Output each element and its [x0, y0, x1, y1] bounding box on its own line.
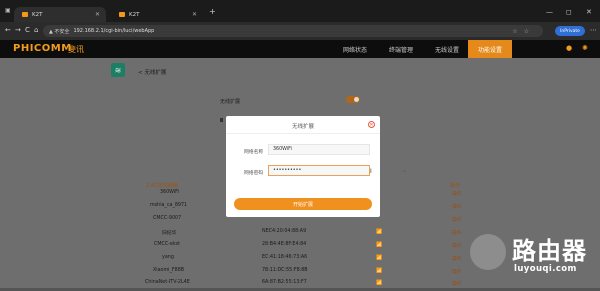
browser-tab-1[interactable]: K2T ✕ [14, 7, 106, 22]
menu-label: 终端管理 [388, 46, 413, 54]
tab-title: K2T [32, 11, 43, 18]
menu-function-settings[interactable]: 功能设置 [468, 40, 512, 58]
settings-icon[interactable]: ✺ [582, 44, 588, 52]
close-tab-icon[interactable]: ✕ [95, 11, 100, 18]
action-link[interactable]: 操作 [452, 280, 462, 287]
menu-label: 功能设置 [477, 46, 502, 54]
favorite-icon[interactable]: ☆☆ [512, 28, 535, 35]
brand-logo-cn: 斐讯 [68, 45, 84, 54]
ssid-value: 360WiFi [273, 147, 292, 152]
forward-icon[interactable]: → [15, 26, 21, 34]
signal-icon: 📶 [376, 280, 383, 286]
watermark: 路由器 luyouqi.com [462, 228, 600, 291]
action-link[interactable]: 操作 [452, 242, 462, 249]
back-icon[interactable]: ← [5, 26, 11, 34]
network-name: CMCC-9007 [153, 216, 182, 221]
network-mac: NEC4:20:04:88:A9 [262, 229, 307, 234]
window-menu-icon[interactable]: ▣ [5, 7, 11, 14]
action-link[interactable]: 操作 [452, 203, 462, 210]
browser-tab-bar: ▣ K2T ✕ K2T ✕ + — ◻ ✕ [0, 0, 600, 22]
address-bar[interactable]: ▲ 不安全 192.168.2.1/cgi-bin/luci/webApp ☆☆ [43, 25, 543, 37]
watermark-title: 路由器 [512, 237, 587, 265]
brand-logo: PHICOMM [13, 43, 72, 54]
network-name: 360WiFi [160, 190, 179, 195]
extend-toggle[interactable] [346, 96, 360, 103]
network-mac: EC:41:18:46:73:A6 [262, 255, 308, 260]
menu-label: 网络状态 [342, 46, 367, 54]
close-window-button[interactable]: ✕ [586, 8, 592, 16]
network-mac: 78:11:DC:55:F8:8B [262, 268, 308, 273]
dialog-divider [226, 133, 380, 134]
signal-icon: 📶 [376, 255, 383, 261]
security-warning[interactable]: ▲ 不安全 [49, 28, 69, 35]
profile-label: InPrivate [560, 28, 580, 34]
start-extend-label: 开始扩展 [292, 201, 313, 208]
action-link[interactable]: 操作 [452, 190, 462, 197]
start-extend-button[interactable]: 开始扩展 [234, 198, 372, 210]
profile-button[interactable]: InPrivate [555, 26, 585, 36]
menu-device-management[interactable]: 终端管理 [378, 40, 424, 58]
close-glyph: ✕ [369, 121, 374, 128]
back-link[interactable]: < 无线扩展 [138, 68, 166, 76]
router-header: PHICOMM 斐讯 网络状态 终端管理 无线设置 功能设置 ● ✺ [0, 40, 600, 58]
home-icon[interactable]: ⌂ [34, 26, 38, 34]
extend-dialog: 无线扩展 ✕ 网络名称 360WiFi 网络密码 •••••••••• I ⌄ … [226, 116, 407, 217]
close-icon[interactable]: ✕ [368, 121, 375, 128]
password-value: •••••••••• [273, 168, 302, 173]
close-tab-icon[interactable]: ✕ [192, 11, 197, 18]
password-field[interactable]: •••••••••• I ⌄ [268, 165, 407, 176]
new-tab-button[interactable]: + [209, 7, 216, 16]
network-name: Xiaomi_F88B [153, 268, 185, 273]
browser-tab-2[interactable]: K2T ✕ [111, 7, 203, 22]
network-name: CMCC-ekst [154, 242, 181, 247]
action-link[interactable]: 操作 [452, 229, 462, 236]
action-link[interactable]: 操作 [452, 216, 462, 223]
network-name: 旧纪华 [162, 231, 177, 236]
signal-icon: 📶 [376, 229, 383, 235]
menu-label: 无线设置 [434, 46, 459, 54]
menu-network-status[interactable]: 网络状态 [332, 40, 378, 58]
network-name: mshia_ca_8971 [150, 203, 188, 208]
network-mac: 28:B4:4E:8F:E4:84 [262, 242, 307, 247]
show-password-icon[interactable]: ⌄ [402, 167, 407, 174]
action-link[interactable]: 操作 [452, 255, 462, 262]
ssid-field[interactable]: 360WiFi [268, 144, 370, 155]
password-label: 网络密码 [244, 171, 264, 176]
menu-wireless-settings[interactable]: 无线设置 [424, 40, 470, 58]
minimize-button[interactable]: — [546, 8, 553, 16]
signal-icon: 📶 [376, 268, 383, 274]
url-text: 192.168.2.1/cgi-bin/luci/webApp [73, 28, 155, 34]
dialog-title: 无线扩展 [291, 124, 314, 130]
network-name: ChinaNet-ITV-2L4E [145, 280, 190, 285]
network-name: yang [162, 255, 174, 260]
ssid-label: 网络名称 [244, 150, 264, 155]
watermark-url: luyouqi.com [514, 264, 577, 274]
wifi-icon: ≋ [111, 63, 125, 77]
signal-icon: 📶 [376, 242, 383, 248]
browser-toolbar: ← → C ⌂ ▲ 不安全 192.168.2.1/cgi-bin/luci/w… [0, 22, 600, 40]
router-logo-icon [470, 234, 506, 270]
reload-icon[interactable]: C [25, 26, 30, 34]
network-mac: 6A:87:B2:55:13:F7 [262, 280, 307, 285]
info-icon [220, 118, 223, 122]
action-link[interactable]: 操作 [452, 268, 462, 275]
text-cursor-icon: I [370, 168, 372, 175]
tab-title: K2T [129, 11, 140, 18]
extend-toggle-label: 无线扩展 [220, 99, 241, 105]
user-icon[interactable]: ● [566, 44, 572, 52]
router-favicon-icon [22, 12, 28, 17]
router-favicon-icon [119, 12, 125, 17]
more-menu-icon[interactable]: ⋯ [590, 26, 597, 34]
maximize-button[interactable]: ◻ [566, 8, 572, 16]
